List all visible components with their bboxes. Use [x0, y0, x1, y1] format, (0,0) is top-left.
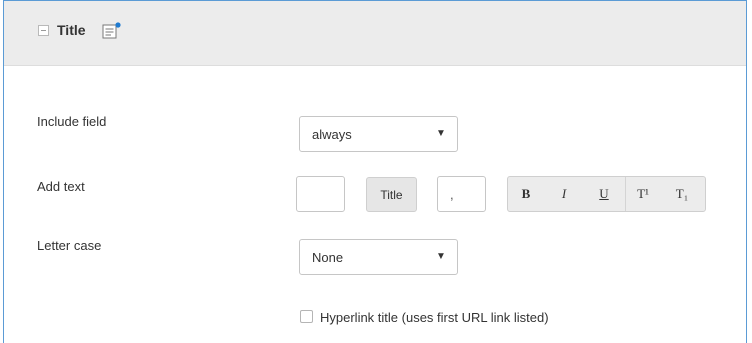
panel-title: Title — [57, 22, 86, 38]
bold-button[interactable]: B — [510, 177, 542, 211]
suffix-text-input[interactable]: , — [437, 176, 486, 212]
prefix-text-input[interactable] — [296, 176, 345, 212]
include-field-value: always — [312, 127, 352, 142]
include-field-label: Include field — [37, 114, 107, 129]
superscript-button[interactable]: T¹ — [627, 177, 659, 211]
text-format-toolbar: B I U T¹ T₁ — [507, 176, 706, 212]
include-field-select[interactable]: always ▼ — [299, 116, 458, 152]
italic-button[interactable]: I — [548, 177, 580, 211]
collapse-icon[interactable] — [38, 25, 49, 36]
letter-case-value: None — [312, 250, 344, 265]
add-text-label: Add text — [37, 179, 85, 194]
hyperlink-title-checkbox[interactable] — [300, 310, 313, 323]
subscript-button[interactable]: T₁ — [666, 177, 698, 211]
note-icon[interactable] — [102, 22, 122, 40]
underline-button[interactable]: U — [588, 177, 620, 211]
letter-case-select[interactable]: None ▼ — [299, 239, 458, 275]
suffix-text-value: , — [450, 187, 454, 202]
title-token-label: Title — [380, 188, 403, 202]
title-token: Title — [366, 177, 417, 212]
hyperlink-title-label[interactable]: Hyperlink title (uses first URL link lis… — [320, 310, 549, 325]
letter-case-label: Letter case — [37, 238, 102, 253]
title-field-panel: Title — [3, 0, 747, 343]
toolbar-divider — [625, 177, 626, 211]
chevron-down-icon: ▼ — [436, 128, 446, 139]
chevron-down-icon: ▼ — [436, 251, 446, 262]
panel-header: Title — [4, 1, 746, 66]
